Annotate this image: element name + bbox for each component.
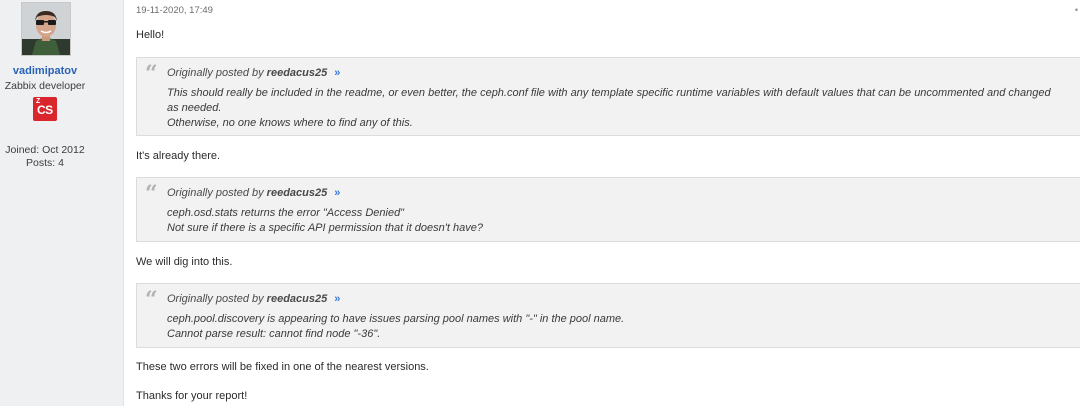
quote-block: “ Originally posted by reedacus25 » ceph… [136, 283, 1080, 348]
quote-prefix: Originally posted by [167, 293, 264, 305]
username-link[interactable]: vadimipatov [0, 65, 90, 77]
post-count: Posts: 4 [26, 157, 64, 169]
quote-mark-icon: “ [145, 61, 158, 87]
quote-body: This should really be included in the re… [167, 86, 1074, 131]
quote-line: ceph.osd.stats returns the error "Access… [167, 207, 405, 219]
joined-date: Joined: Oct 2012 [5, 144, 85, 156]
quote-body: ceph.osd.stats returns the error "Access… [167, 206, 1074, 236]
quote-header: Originally posted by reedacus25 » [167, 187, 340, 199]
post-greeting: Hello! [136, 29, 165, 41]
view-post-arrow-icon[interactable]: » [334, 187, 340, 199]
quote-line: ceph.pool.discovery is appearing to have… [167, 313, 625, 325]
view-post-arrow-icon[interactable]: » [334, 67, 340, 79]
post-content: 19-11-2020, 17:49 • Hello! “ Originally … [136, 0, 1080, 406]
quote-mark-icon: “ [145, 181, 158, 207]
quote-line: Not sure if there is a specific API perm… [167, 222, 483, 234]
quote-line: Cannot parse result: cannot find node "-… [167, 328, 381, 340]
user-sidebar: vadimipatov Zabbix developer Z CS Joined… [0, 0, 124, 406]
quote-block: “ Originally posted by reedacus25 » This… [136, 57, 1080, 136]
quote-header: Originally posted by reedacus25 » [167, 293, 340, 305]
quote-block: “ Originally posted by reedacus25 » ceph… [136, 177, 1080, 242]
quote-line: Otherwise, no one knows where to find an… [167, 117, 413, 129]
quote-line: as needed. [167, 102, 222, 114]
quote-line: This should really be included in the re… [167, 87, 1051, 99]
closing-text: Thanks for your report! [136, 390, 248, 402]
quote-body: ceph.pool.discovery is appearing to have… [167, 312, 1074, 342]
quote-prefix: Originally posted by [167, 67, 264, 79]
post-menu-icon[interactable]: • [1075, 5, 1078, 15]
reply-text: These two errors will be fixed in one of… [136, 361, 429, 373]
quote-author: reedacus25 [266, 67, 328, 79]
quote-author: reedacus25 [266, 293, 328, 305]
zabbix-certified-badge-icon: Z CS [33, 97, 57, 121]
quote-author: reedacus25 [266, 187, 328, 199]
user-avatar[interactable] [21, 2, 71, 56]
badge-text: CS [37, 103, 53, 117]
reply-text: It's already there. [136, 150, 221, 162]
avatar-image [22, 3, 70, 55]
quote-header: Originally posted by reedacus25 » [167, 67, 340, 79]
reply-text: We will dig into this. [136, 256, 233, 268]
user-stats: Joined: Oct 2012 Posts: 4 [0, 144, 90, 170]
user-title: Zabbix developer [4, 80, 86, 92]
post-timestamp: 19-11-2020, 17:49 [136, 5, 213, 16]
quote-prefix: Originally posted by [167, 187, 264, 199]
quote-mark-icon: “ [145, 287, 158, 313]
view-post-arrow-icon[interactable]: » [334, 293, 340, 305]
